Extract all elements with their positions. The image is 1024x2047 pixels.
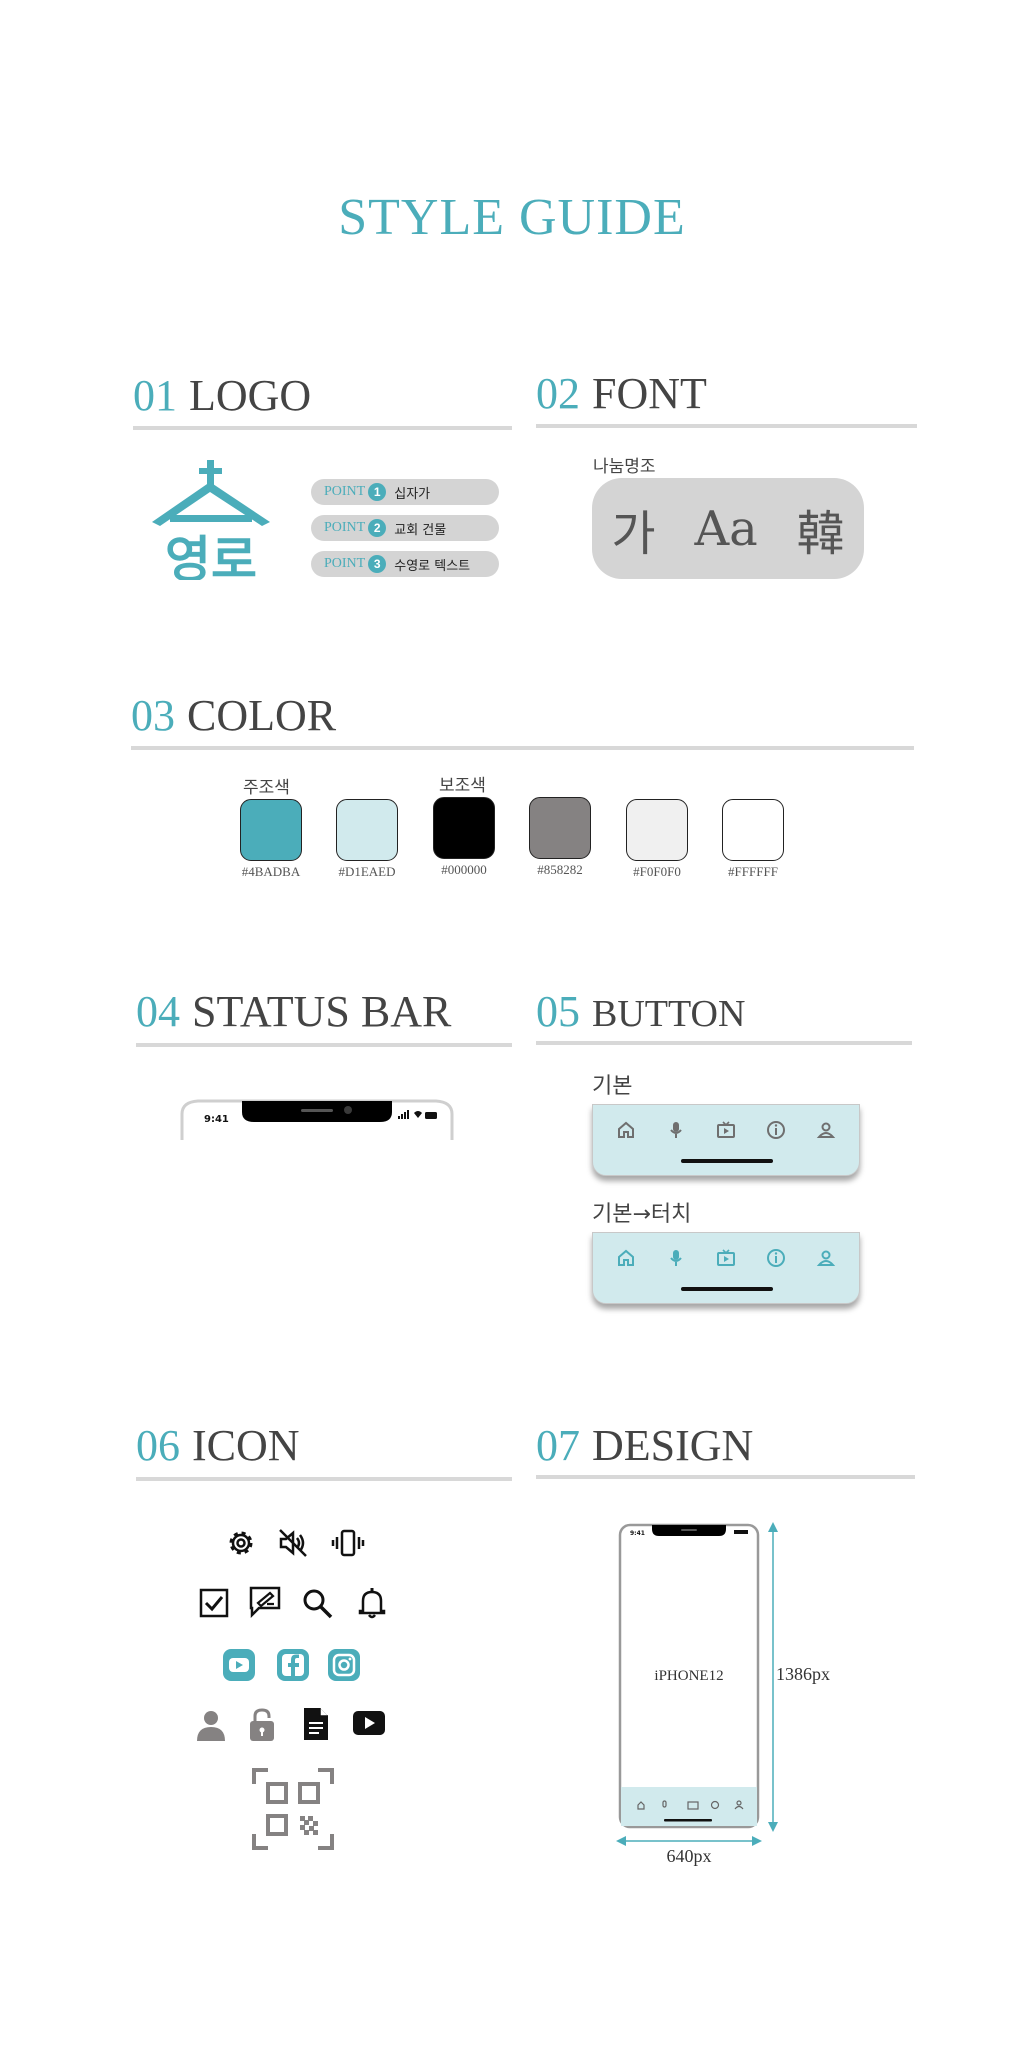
section-header-status-bar: 04 STATUS BAR	[136, 986, 451, 1037]
home-indicator	[681, 1159, 773, 1163]
section-number: 02	[536, 369, 580, 418]
swatch-black	[433, 797, 495, 859]
section-header-logo: 01 LOGO	[133, 370, 311, 421]
swatch-white	[722, 799, 784, 861]
play-icon	[353, 1711, 385, 1735]
button-default-label: 기본	[592, 1074, 633, 1099]
youtube-icon	[223, 1649, 255, 1681]
gear-icon	[229, 1531, 253, 1555]
facebook-icon	[277, 1649, 309, 1681]
section-number: 04	[136, 987, 180, 1036]
user-icon[interactable]	[815, 1119, 837, 1141]
swatch-hex: #F0F0F0	[633, 864, 681, 879]
point-label: POINT	[324, 520, 366, 535]
section-number: 07	[536, 1421, 580, 1470]
vibrate-icon	[331, 1529, 365, 1557]
tv-icon[interactable]	[715, 1119, 737, 1141]
swatch-hex: #FFFFFF	[728, 864, 778, 879]
section-number: 06	[136, 1421, 180, 1470]
swatch-hex: #D1EAED	[338, 864, 396, 879]
bottom-nav-touched	[592, 1232, 860, 1304]
checkbox-icon	[199, 1588, 229, 1618]
swatch-hex: #000000	[441, 862, 487, 877]
section-divider	[136, 1043, 512, 1047]
font-sample-box: 가 Aa 韓	[592, 478, 864, 579]
swatch-hex: #4BADBA	[241, 864, 301, 879]
point-text: 교회 건물	[394, 522, 447, 538]
section-name: LOGO	[189, 371, 312, 420]
width-label: 640px	[666, 1846, 712, 1866]
section-header-font: 02 FONT	[536, 368, 707, 419]
qr-code-icon	[252, 1768, 334, 1850]
tv-icon[interactable]	[715, 1247, 737, 1269]
microphone-icon[interactable]	[665, 1119, 687, 1141]
section-name: FONT	[592, 369, 707, 418]
swatch-gray	[529, 797, 591, 859]
swatch-primary	[240, 799, 302, 861]
point-number: 3	[368, 555, 387, 573]
logo-point-1: POINT 1 십자가	[311, 479, 499, 505]
lock-icon	[250, 1708, 274, 1741]
status-bar-preview: 9:41	[180, 1099, 454, 1140]
bell-icon	[358, 1588, 386, 1619]
microphone-icon[interactable]	[665, 1247, 687, 1269]
section-divider	[536, 1475, 915, 1479]
point-text: 수영로 텍스트	[394, 558, 471, 574]
mute-icon	[279, 1529, 307, 1557]
section-number: 05	[536, 987, 580, 1036]
point-label: POINT	[324, 556, 366, 571]
page-title: STYLE GUIDE	[338, 189, 686, 246]
info-icon[interactable]	[765, 1119, 787, 1141]
section-number: 03	[131, 691, 175, 740]
section-number: 01	[133, 371, 177, 420]
primary-color-label: 주조색	[243, 778, 290, 798]
section-divider	[133, 426, 512, 430]
swatch-light	[336, 799, 398, 861]
bottom-nav-default	[592, 1104, 860, 1176]
section-header-icon: 06 ICON	[136, 1420, 300, 1471]
point-text: 십자가	[394, 486, 431, 502]
section-name: ICON	[192, 1421, 300, 1470]
logo-point-3: POINT 3 수영로 텍스트	[311, 551, 499, 577]
section-header-button: 05 BUTTON	[536, 986, 745, 1037]
point-label: POINT	[324, 484, 366, 499]
section-name: BUTTON	[592, 993, 746, 1035]
height-label: 1386px	[776, 1664, 830, 1684]
section-divider	[136, 1477, 512, 1481]
home-indicator	[681, 1287, 773, 1291]
home-icon[interactable]	[615, 1119, 637, 1141]
instagram-icon	[328, 1649, 360, 1681]
note-edit-icon	[249, 1586, 281, 1619]
section-header-color: 03 COLOR	[131, 690, 336, 741]
section-divider	[131, 746, 914, 750]
font-sample-hangul: 가	[611, 505, 656, 562]
font-name: 나눔명조	[593, 457, 656, 477]
section-name: COLOR	[187, 691, 337, 740]
font-sample-hanja: 韓	[796, 505, 845, 562]
home-icon[interactable]	[615, 1247, 637, 1269]
section-header-design: 07 DESIGN	[536, 1420, 753, 1471]
point-number: 2	[368, 519, 387, 537]
logo-point-2: POINT 2 교회 건물	[311, 515, 499, 541]
section-name: STATUS BAR	[192, 987, 452, 1036]
status-time: 9:41	[204, 1114, 229, 1125]
point-number: 1	[368, 483, 387, 501]
section-divider	[536, 1041, 912, 1045]
church-logo: 영로	[152, 460, 270, 580]
font-sample-latin: Aa	[694, 500, 758, 557]
search-icon	[303, 1589, 333, 1619]
person-icon	[197, 1711, 225, 1741]
device-label: iPHONE12	[654, 1668, 724, 1684]
swatch-hex: #858282	[537, 862, 583, 877]
section-name: DESIGN	[592, 1421, 754, 1470]
secondary-color-label: 보조색	[439, 776, 486, 796]
button-touch-label: 기본→터치	[592, 1202, 692, 1227]
swatch-lightgray	[626, 799, 688, 861]
document-icon	[304, 1708, 328, 1740]
section-divider	[536, 424, 917, 428]
user-icon[interactable]	[815, 1247, 837, 1269]
logo-wordmark: 영로	[165, 531, 257, 580]
info-icon[interactable]	[765, 1247, 787, 1269]
mockup-time: 9:41	[630, 1530, 645, 1537]
